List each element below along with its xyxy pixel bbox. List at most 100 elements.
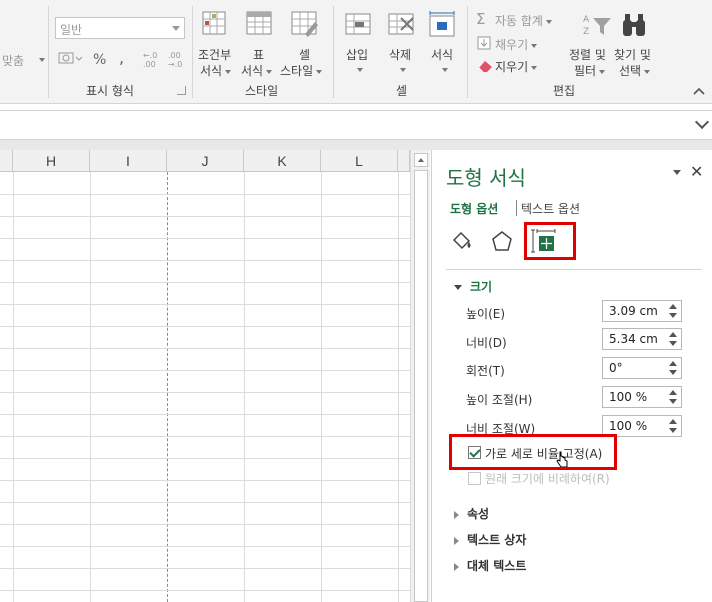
scale-height-spinner[interactable]: 100 % [602,386,682,408]
highlight-box-size-tab [524,222,576,260]
section-textbox-header[interactable]: 텍스트 상자 [454,531,526,548]
number-format-value: 일반 [60,23,83,37]
rotation-spinner[interactable]: 0° [602,357,682,379]
scroll-thumb[interactable] [414,170,428,602]
table-format-icon [246,11,272,35]
find-select-line1[interactable]: 찾기 및 [614,46,651,63]
gridline [398,172,399,602]
collapse-ribbon-icon[interactable] [693,86,705,96]
section-properties-header[interactable]: 속성 [454,505,489,522]
svg-text:←.0: ←.0 [143,51,157,60]
width-value[interactable]: 5.34 cm [609,332,658,346]
pane-options-chevron-icon[interactable] [673,170,681,175]
find-select-line2[interactable]: 선택 [619,62,651,79]
pane-title: 도형 서식 [446,166,526,190]
svg-text:→.0: →.0 [168,60,182,68]
gridline [0,216,410,217]
chevron-down-icon [172,26,180,31]
rotation-label: 회전(T) [466,364,505,378]
gridline [0,260,410,261]
tab-shape-options[interactable]: 도형 옵션 [450,200,498,217]
sort-filter-icon: AZ [583,15,611,37]
fill-line-icon[interactable] [450,230,474,254]
height-value[interactable]: 3.09 cm [609,304,658,318]
scale-height-label: 높이 조절(H) [466,393,533,407]
cell-styles-line2[interactable]: 스타일 [280,62,323,79]
align-group-label[interactable]: 맞춤 [2,52,24,69]
column-header-k[interactable]: K [244,150,321,172]
format-button[interactable]: 서식 [431,46,453,63]
spinner-arrows-icon[interactable] [667,418,679,434]
number-dialog-launcher-icon[interactable] [177,86,186,95]
scale-width-value[interactable]: 100 % [609,419,647,433]
rotation-value[interactable]: 0° [609,361,623,375]
gridline [0,480,410,481]
format-table-line1[interactable]: 표 [253,46,264,63]
gridline [0,238,410,239]
decrease-decimal-icon[interactable]: .00→.0 [166,50,186,68]
tab-divider [516,200,517,216]
cells-group-label: 셀 [396,84,408,98]
close-icon[interactable]: ✕ [690,162,703,181]
section-size-header[interactable]: 크기 [454,278,492,295]
divider [467,6,468,98]
percent-button[interactable]: % [93,52,106,68]
gridline [0,194,410,195]
column-header-j[interactable]: J [167,150,244,172]
divider [48,6,49,98]
spinner-arrows-icon[interactable] [667,303,679,319]
highlight-box-lock-aspect [449,434,617,470]
relative-original-checkbox[interactable] [468,472,481,485]
autosum-button[interactable]: 자동 합계 [495,12,552,29]
clear-button[interactable]: 지우기 [495,58,538,75]
sort-filter-line2[interactable]: 필터 [574,62,606,79]
gridline [0,546,410,547]
chevron-down-icon [400,68,406,72]
insert-button[interactable]: 삽입 [346,46,368,63]
spinner-arrows-icon[interactable] [667,331,679,347]
gridline [0,458,410,459]
column-header-g[interactable] [0,150,13,172]
cell-styles-line1[interactable]: 셀 [299,46,310,63]
scroll-up-button[interactable] [414,153,428,167]
spinner-arrows-icon[interactable] [667,360,679,376]
column-header-l[interactable]: L [321,150,398,172]
format-cells-icon [429,11,455,37]
vertical-scrollbar[interactable] [410,150,430,602]
insert-cells-icon [345,13,371,35]
number-format-combo[interactable]: 일반 [55,17,185,39]
gridline [90,172,91,602]
gridline [244,172,245,602]
conditional-format-line2[interactable]: 서식 [200,62,232,79]
column-header-m[interactable] [398,150,410,172]
column-header-h[interactable]: H [13,150,90,172]
column-header-i[interactable]: I [90,150,167,172]
expand-triangle-icon [454,562,459,571]
fill-button[interactable]: 채우기 [495,36,538,53]
scale-height-value[interactable]: 100 % [609,390,647,404]
currency-icon[interactable] [58,50,82,66]
effects-pentagon-icon[interactable] [490,230,514,254]
gridline [0,414,410,415]
gridline [0,524,410,525]
gridline [0,348,410,349]
expand-formula-bar-icon[interactable] [694,114,710,130]
spinner-arrows-icon[interactable] [667,389,679,405]
formula-bar[interactable] [0,110,712,140]
delete-button[interactable]: 삭제 [389,46,411,63]
section-alt-text-header[interactable]: 대체 텍스트 [454,557,526,574]
worksheet-grid[interactable]: H I J K L [0,150,410,602]
sort-filter-line1[interactable]: 정렬 및 [569,46,606,63]
separator [0,140,712,150]
comma-button[interactable]: , [119,48,124,67]
relative-original-label: 원래 크기에 비례하여(R) [485,472,610,486]
gridline [0,282,410,283]
conditional-format-line1[interactable]: 조건부 [198,46,231,63]
gridline [0,304,410,305]
height-spinner[interactable]: 3.09 cm [602,300,682,322]
tab-text-options[interactable]: 텍스트 옵션 [521,200,580,217]
increase-decimal-icon[interactable]: ←.0.00 [143,50,163,68]
width-spinner[interactable]: 5.34 cm [602,328,682,350]
sigma-icon[interactable]: Σ [476,10,485,28]
format-table-line2[interactable]: 서식 [241,62,273,79]
